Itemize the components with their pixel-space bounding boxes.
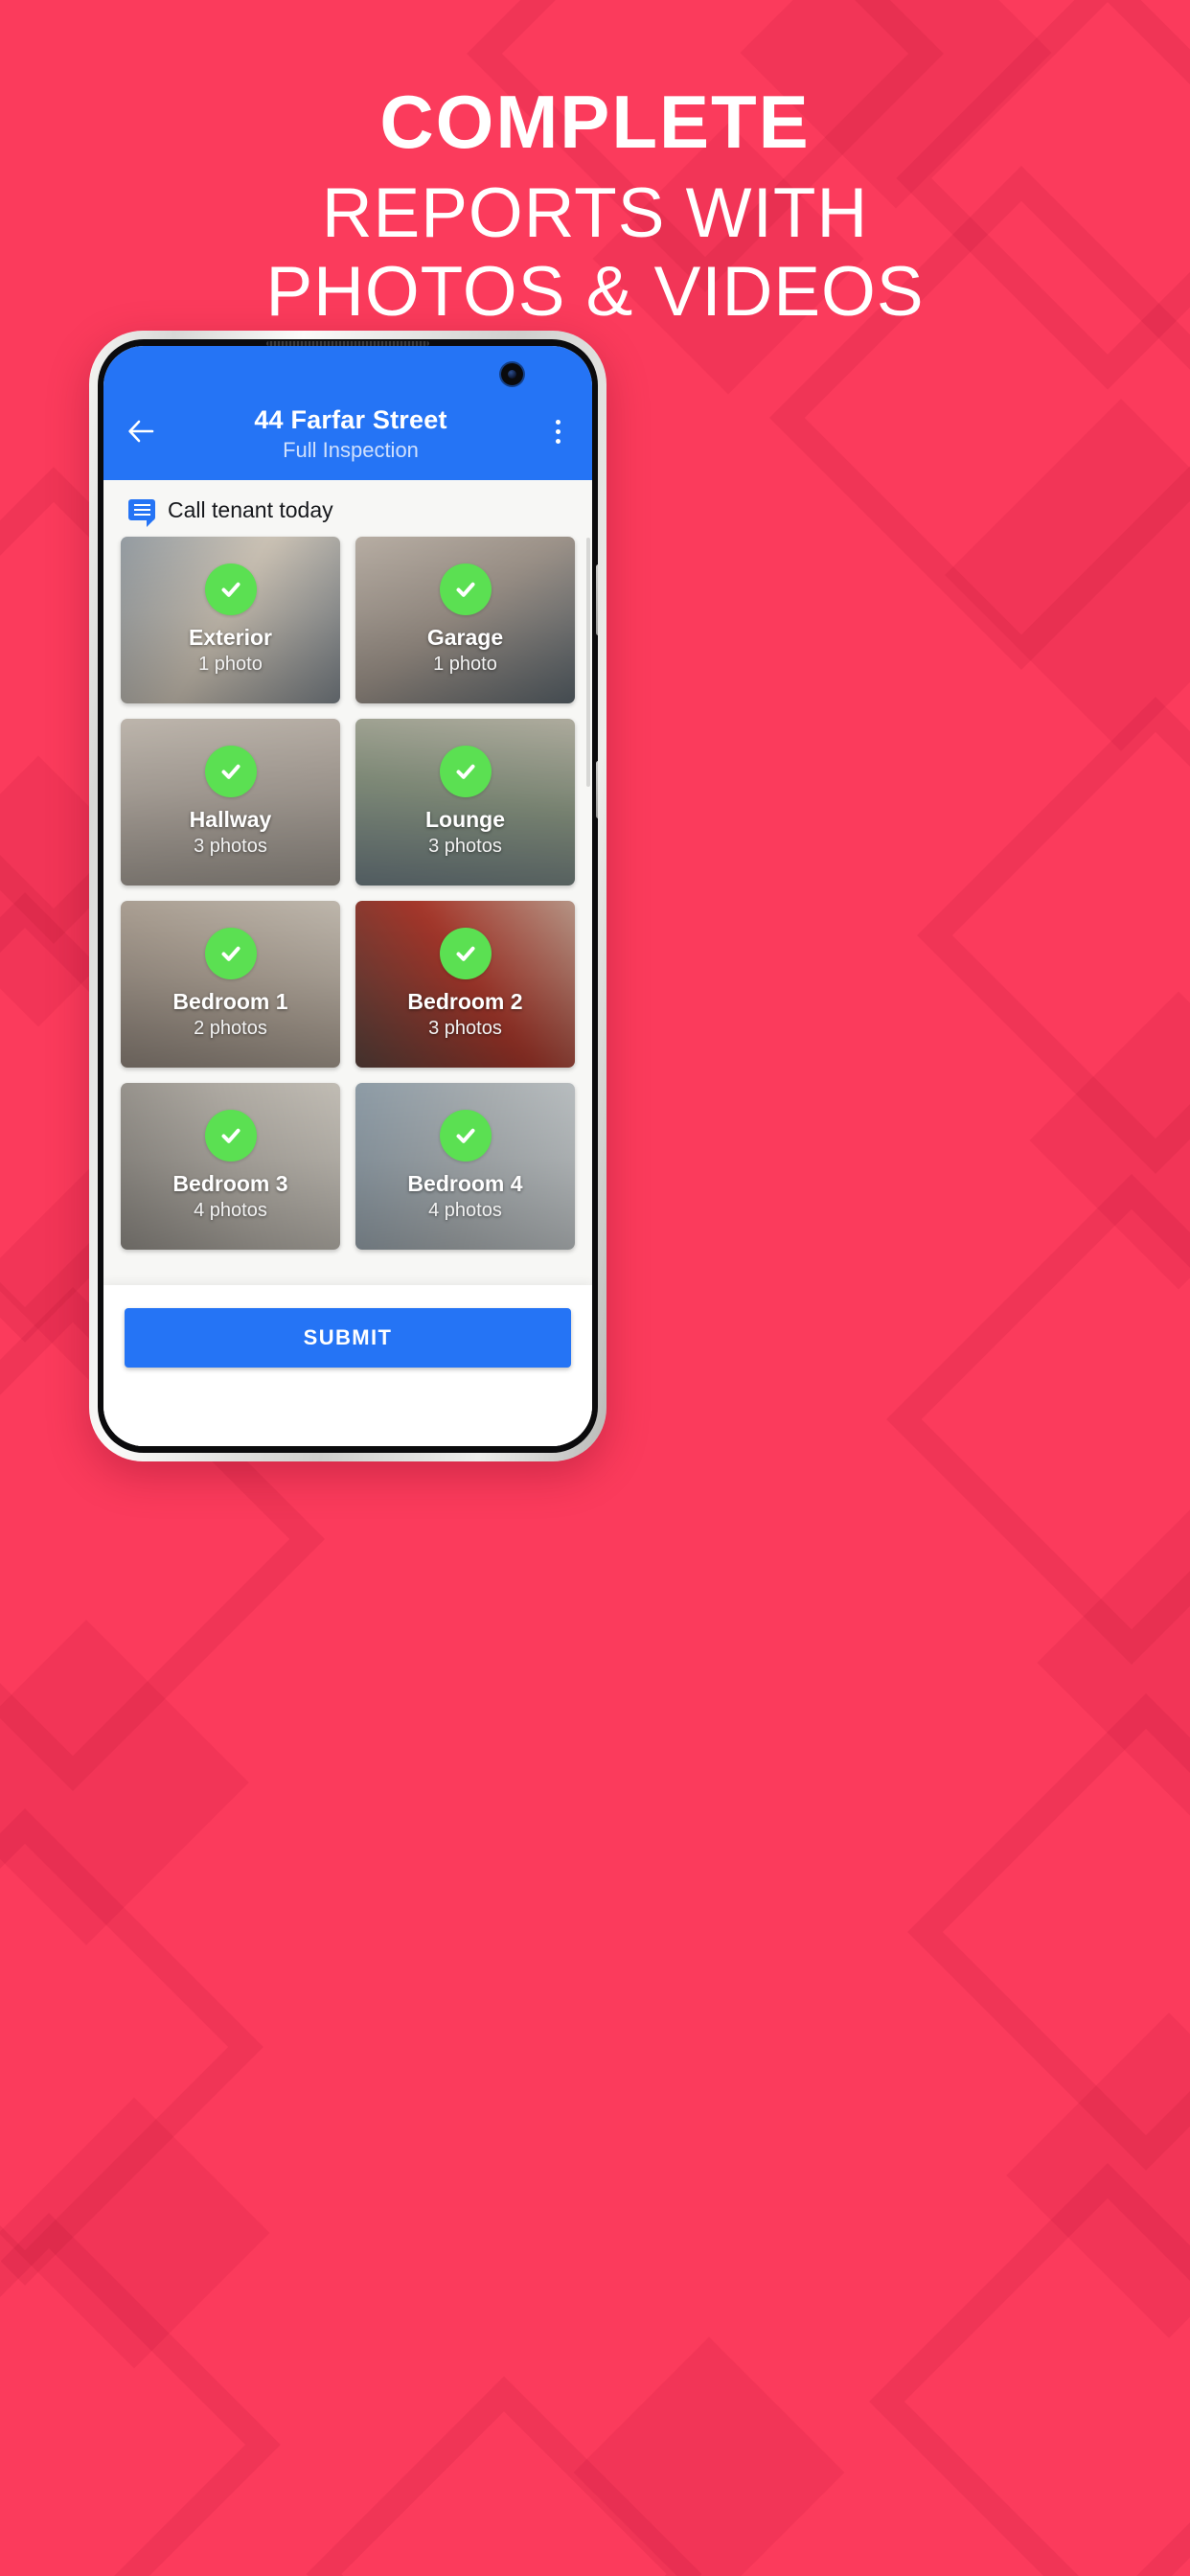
- submit-button[interactable]: SUBMIT: [125, 1308, 571, 1368]
- power-button[interactable]: [596, 761, 598, 818]
- headline-line-2: REPORTS WITH: [321, 174, 869, 252]
- room-photo-count: 4 photos: [194, 1199, 267, 1221]
- inspection-content: Call tenant today Exterior 1 photo Garage 1…: [103, 480, 592, 1446]
- check-circle-icon: [439, 564, 492, 616]
- check-circle-icon: [439, 928, 492, 980]
- phone-screen: 44 Farfar Street Full Inspection Call te: [103, 346, 592, 1446]
- room-card[interactable]: Bedroom 23 photos: [355, 901, 575, 1068]
- room-name: Exterior: [189, 625, 272, 651]
- check-circle-icon: [204, 928, 257, 980]
- room-card-body: Lounge 3 photos: [355, 719, 575, 886]
- room-photo-count: 3 photos: [194, 835, 267, 857]
- phone-device-mockup: 44 Farfar Street Full Inspection Call te: [89, 331, 606, 1461]
- room-card-body: Bedroom 34 photos: [121, 1083, 340, 1250]
- overflow-menu-icon: [555, 419, 561, 425]
- room-name: Hallway: [189, 807, 272, 833]
- room-card-body: Bedroom 44 photos: [355, 1083, 575, 1250]
- arrow-left-icon: [128, 420, 154, 443]
- phone-bezel: 44 Farfar Street Full Inspection Call te: [98, 339, 598, 1453]
- room-card[interactable]: Bedroom 34 photos: [121, 1083, 340, 1250]
- room-name: Garage: [426, 625, 504, 651]
- room-card[interactable]: Bedroom 44 photos: [355, 1083, 575, 1250]
- comment-icon: [128, 498, 155, 527]
- check-circle-icon: [439, 746, 492, 798]
- room-card[interactable]: Lounge 3 photos: [355, 719, 575, 886]
- overflow-menu-icon: [555, 438, 561, 444]
- room-photo-count: 2 photos: [194, 1017, 267, 1039]
- room-card[interactable]: Garage 1 photo: [355, 537, 575, 703]
- room-card-body: Garage 1 photo: [355, 537, 575, 703]
- room-name: Lounge: [424, 807, 506, 833]
- note-text: Call tenant today: [168, 497, 333, 522]
- room-name: Bedroom 4: [407, 1171, 523, 1197]
- page-subtitle: Full Inspection: [283, 438, 419, 463]
- promo-headline: COMPLETE REPORTS WITH PHOTOS & VIDEOS: [0, 84, 1190, 332]
- volume-button[interactable]: [596, 564, 598, 635]
- room-photo-count: 4 photos: [428, 1199, 502, 1221]
- page-title: 44 Farfar Street: [254, 405, 447, 435]
- room-card[interactable]: Bedroom 12 photos: [121, 901, 340, 1068]
- back-button[interactable]: [119, 409, 163, 453]
- overflow-menu-icon: [555, 428, 561, 434]
- front-camera-icon: [501, 363, 523, 385]
- room-card[interactable]: Exterior 1 photo: [121, 537, 340, 703]
- note-row[interactable]: Call tenant today: [103, 480, 592, 537]
- room-card-body: Bedroom 12 photos: [121, 901, 340, 1068]
- room-card-grid: Exterior 1 photo Garage 1 photo Hallway 3 pho…: [103, 537, 592, 1250]
- headline-line-1: COMPLETE: [379, 80, 811, 164]
- app-bar-titles: 44 Farfar Street Full Inspection: [163, 405, 538, 469]
- room-photo-count: 1 photo: [198, 653, 263, 675]
- check-circle-icon: [204, 746, 257, 798]
- overflow-menu-button[interactable]: [538, 409, 577, 453]
- room-card-body: Bedroom 23 photos: [355, 901, 575, 1068]
- room-name: Bedroom 2: [407, 989, 523, 1015]
- room-name: Bedroom 3: [172, 1171, 288, 1197]
- check-circle-icon: [439, 1110, 492, 1162]
- room-card-body: Hallway 3 photos: [121, 719, 340, 886]
- room-card[interactable]: Hallway 3 photos: [121, 719, 340, 886]
- earpiece-speaker: [266, 341, 429, 346]
- headline-line-3: PHOTOS & VIDEOS: [265, 252, 925, 331]
- scrollbar[interactable]: [586, 538, 590, 787]
- room-card-body: Exterior 1 photo: [121, 537, 340, 703]
- check-circle-icon: [204, 564, 257, 616]
- room-photo-count: 3 photos: [428, 1017, 502, 1039]
- room-photo-count: 1 photo: [433, 653, 497, 675]
- check-circle-icon: [204, 1110, 257, 1162]
- room-photo-count: 3 photos: [428, 835, 502, 857]
- bottom-action-bar: SUBMIT: [103, 1285, 592, 1446]
- room-name: Bedroom 1: [172, 989, 288, 1015]
